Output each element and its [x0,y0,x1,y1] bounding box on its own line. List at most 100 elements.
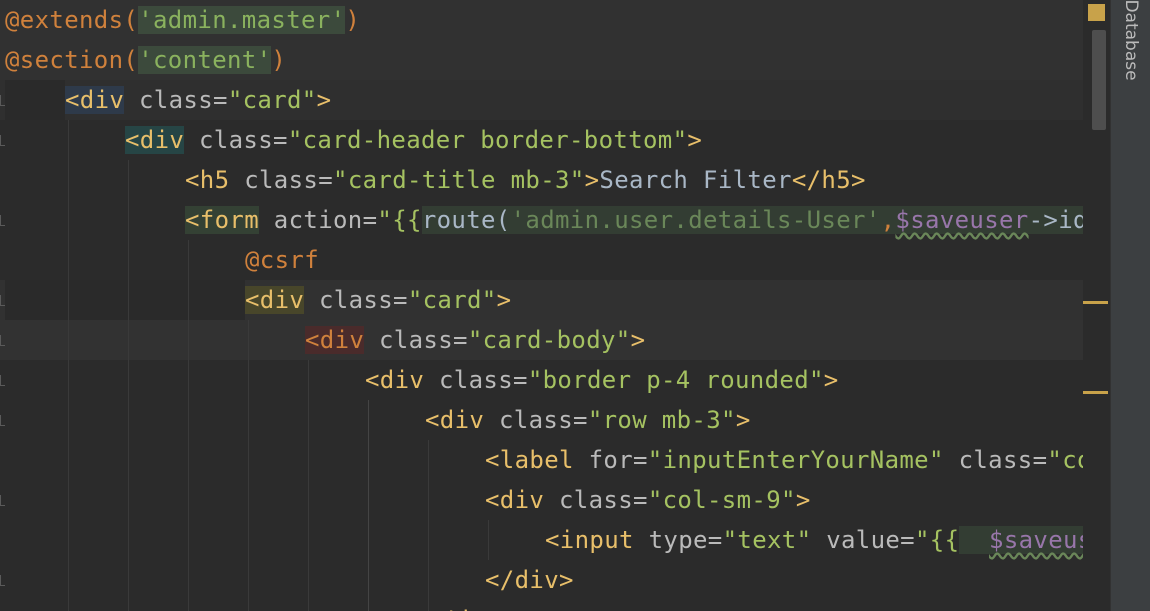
code-line[interactable]: <form action="{{route('admin.user.detail… [185,200,1103,240]
code-token: <div [365,366,425,394]
fold-marker-icon[interactable] [0,95,5,106]
database-tool-tab[interactable]: Database [1116,0,1142,90]
indent-guide [308,360,309,611]
code-token: > [496,286,512,314]
code-token: "card" [227,86,317,114]
code-line[interactable]: @csrf [245,240,319,280]
code-line[interactable]: <input type="text" value="{{ $saveuse [545,520,1108,560]
code-token: Search Filter [599,166,792,194]
code-line[interactable]: @section('content') [5,40,286,80]
code-token: <div [305,326,365,354]
code-token: 'admin.master' [138,6,346,34]
code-token: > [795,486,811,514]
indent-guide [368,400,369,611]
code-token: action= [259,206,378,234]
code-token [959,526,990,554]
code-token: <input [545,526,634,554]
code-token: "border p-4 rounded" [527,366,824,394]
fold-marker-icon[interactable] [0,335,5,346]
code-token: "card-title mb-3" [333,166,585,194]
code-token: > [316,86,332,114]
code-token: class= [124,86,228,114]
left-shade [5,80,65,120]
fold-marker-icon[interactable] [0,295,5,306]
code-token: <h5 [185,166,230,194]
database-tab-label: Database [1121,0,1141,81]
code-token: value= [811,526,915,554]
code-token: > [630,326,646,354]
code-line[interactable]: @extends('admin.master') [5,0,360,40]
code-token: "{{ [377,206,422,234]
code-token: "row mb-3" [587,406,736,434]
fold-marker-icon[interactable] [0,215,5,226]
indent-guide [428,440,429,611]
code-token: <div [125,126,185,154]
code-line[interactable]: <div class="col-sm-9"> [485,480,811,520]
vertical-scrollbar[interactable] [1092,30,1106,130]
code-token: <div [485,486,545,514]
code-token: class= [184,126,288,154]
code-token: </h5> [791,166,866,194]
code-line[interactable]: <div class="card-header border-bottom"> [125,120,702,160]
fold-marker-icon[interactable] [0,135,5,146]
code-token: class= [304,286,408,314]
indent-guide [188,240,189,611]
code-token: > [687,126,703,154]
code-line[interactable]: <div class="row mb-3"> [425,400,751,440]
code-token: 'admin.user.details-User' [510,206,881,234]
code-token: @extends( [5,6,139,34]
code-token: <div [65,86,125,114]
indent-guide [128,160,129,611]
code-token: class= [943,446,1048,474]
code-line[interactable]: <div class="border p-4 rounded"> [365,360,839,400]
code-token: ) [345,6,361,34]
code-token: > [823,366,839,394]
code-token: type= [633,526,723,554]
fold-marker-icon[interactable] [0,375,5,386]
warning-marker[interactable] [1083,391,1108,394]
code-token: ) [271,46,287,74]
code-token: class= [484,406,588,434]
code-token: 'content' [138,46,272,74]
code-token: "{{ [915,526,960,554]
fold-marker-icon[interactable] [0,575,5,586]
code-token: </div> [485,566,574,594]
code-token: <label [485,446,574,474]
code-line[interactable]: </d [425,600,469,611]
code-token: > [735,406,751,434]
fold-marker-icon[interactable] [0,415,5,426]
code-token: </d [425,606,469,611]
code-token: "text" [722,526,812,554]
code-token: class= [544,486,648,514]
code-token: > [584,166,600,194]
code-token: "card-body" [467,326,631,354]
warning-marker[interactable] [1083,301,1108,304]
code-token: <form [185,206,259,234]
indent-guide [68,120,69,611]
code-editor[interactable]: @extends('admin.master') @section('conten… [0,0,1110,611]
code-line[interactable]: <h5 class="card-title mb-3">Search Filte… [185,160,866,200]
code-line[interactable]: <div class="card-body"> [305,320,645,360]
code-token: <div [425,406,485,434]
indent-guide [488,520,489,560]
right-tool-strip [1110,0,1150,611]
fold-marker-icon[interactable] [0,495,5,506]
code-token: , [880,206,896,234]
code-token: class= [364,326,468,354]
code-token: "card-header border-bottom" [287,126,688,154]
code-token: "inputEnterYourName" [647,446,944,474]
code-token: @section( [5,46,139,74]
indent-guide [248,320,249,611]
code-line[interactable]: <div class="card"> [245,280,511,320]
code-token: for= [573,446,648,474]
code-token: "col-sm-9" [647,486,796,514]
inspection-status-icon[interactable] [1088,4,1105,21]
code-token: $saveuser [895,206,1029,234]
code-token: "card" [407,286,497,314]
left-shade [5,280,245,320]
code-token: class= [424,366,528,394]
code-line[interactable]: <div class="card"> [65,80,331,120]
code-token: <div [245,286,305,314]
code-line[interactable]: </div> [485,560,574,600]
code-line[interactable]: <label for="inputEnterYourName" class="c… [485,440,1107,480]
